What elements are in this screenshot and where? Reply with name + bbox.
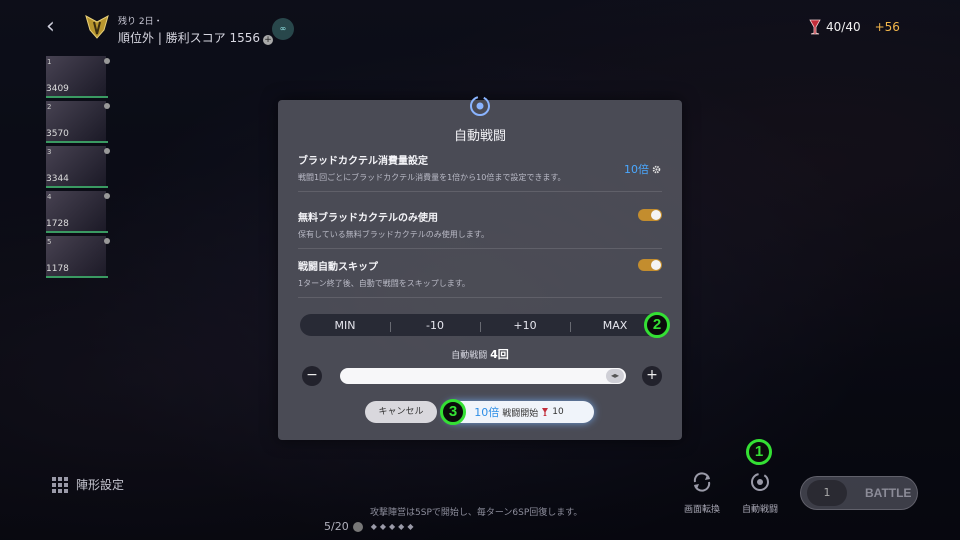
member-power: 1178	[46, 264, 69, 274]
member-slot-number: 4	[47, 193, 52, 201]
min-button[interactable]: MIN	[300, 319, 390, 332]
rank-emblem-icon	[85, 14, 109, 39]
turn-indicator: 5/20 ◆◆◆◆◆	[324, 520, 416, 533]
consumption-multiplier[interactable]: 10倍	[624, 161, 661, 177]
turn-pips: ◆◆◆◆◆	[370, 522, 417, 531]
party-member[interactable]: 1 3409	[44, 56, 110, 100]
sp-hint-text: 攻撃陣営は5SPで開始し、毎ターン6SP回復します。	[370, 508, 583, 518]
count-value: 4回	[490, 348, 509, 361]
party-member[interactable]: 5 1178	[44, 236, 110, 280]
start-battle-button[interactable]: 10倍 戦闘開始 10	[444, 401, 594, 423]
callout-marker: 3	[440, 399, 466, 425]
count-prefix: 自動戦闘	[451, 351, 488, 361]
setting-description: 戦闘1回ごとにブラッドカクテル消費量を1倍から10倍まで設定できます。	[298, 173, 566, 182]
consumption-setting: ブラッドカクテル消費量設定 戦闘1回ごとにブラッドカクテル消費量を1倍から10倍…	[298, 152, 662, 192]
start-label: 戦闘開始	[502, 408, 539, 419]
party-member[interactable]: 4 1728	[44, 191, 110, 235]
blood-cocktail-icon	[542, 408, 549, 416]
turn-info-icon[interactable]	[352, 521, 363, 532]
member-power: 3409	[46, 84, 69, 94]
party-list: 1 3409 2 3570 3 3344 4 1728 5 1178	[44, 56, 110, 281]
blood-cocktail-icon	[809, 19, 821, 35]
member-slot-number: 1	[47, 58, 52, 66]
party-member[interactable]: 3 3344	[44, 146, 110, 190]
member-hp-bar	[46, 276, 108, 278]
start-cost: 10	[552, 407, 564, 417]
blood-count: 40/40	[826, 20, 861, 34]
minus-ten-button[interactable]: -10	[390, 319, 480, 332]
auto-battle-dialog: 自動戦闘 ブラッドカクテル消費量設定 戦闘1回ごとにブラッドカクテル消費量を1倍…	[278, 96, 682, 440]
auto-battle-label: 自動戦闘	[741, 505, 778, 515]
grid-icon	[52, 476, 68, 493]
setting-description: 保有している無料ブラッドカクテルのみ使用します。	[298, 230, 489, 239]
battle-label: BATTLE	[865, 486, 912, 500]
screen-rotate-button[interactable]: 画面転換	[678, 470, 726, 515]
auto-battle-button[interactable]: 自動戦闘	[736, 470, 784, 515]
member-power: 1728	[46, 219, 69, 229]
divider	[298, 297, 662, 298]
start-multiplier: 10倍	[474, 406, 500, 419]
divider	[298, 191, 662, 192]
auto-battle-icon	[751, 473, 769, 491]
setting-label: ブラッドカクテル消費量設定	[298, 156, 428, 167]
free-cocktail-toggle[interactable]	[638, 209, 662, 221]
setting-label: 無料ブラッドカクテルのみ使用	[298, 213, 438, 224]
dialog-title: 自動戦闘	[453, 129, 506, 144]
back-arrow-icon[interactable]: ‹	[46, 16, 68, 38]
member-gear-icon	[104, 58, 110, 64]
blood-bonus: +56	[874, 20, 900, 34]
callout-marker: 2	[644, 312, 670, 338]
battle-count: 1	[807, 480, 847, 506]
member-power: 3344	[46, 174, 69, 184]
member-hp-bar	[46, 141, 108, 143]
cancel-button[interactable]: キャンセル	[365, 401, 437, 423]
gear-icon	[652, 165, 661, 173]
member-slot-number: 3	[47, 148, 52, 156]
formation-settings-button[interactable]: 陣形設定	[52, 476, 124, 493]
infinite-mode-icon[interactable]: ∞	[272, 18, 294, 40]
slider-handle-icon[interactable]: ◂▸	[606, 369, 624, 383]
turn-count: 5/20	[324, 520, 349, 533]
decrement-button[interactable]: −	[302, 366, 322, 386]
plus-ten-button[interactable]: +10	[480, 319, 570, 332]
free-cocktail-setting: 無料ブラッドカクテルのみ使用 保有している無料ブラッドカクテルのみ使用します。	[298, 209, 662, 249]
blood-cocktail-counter[interactable]: 40/40 +56	[808, 18, 900, 36]
rank-score-text: 順位外 | 勝利スコア 1556	[118, 31, 261, 45]
member-slot-number: 5	[47, 238, 52, 246]
formation-label: 陣形設定	[76, 478, 125, 492]
callout-marker: 1	[746, 439, 772, 465]
member-hp-bar	[46, 96, 108, 98]
rank-score-line: 順位外 | 勝利スコア 1556 +	[118, 29, 274, 46]
auto-skip-toggle[interactable]	[638, 259, 662, 271]
member-power: 3570	[46, 129, 69, 139]
count-slider[interactable]: ◂▸	[340, 368, 626, 384]
member-gear-icon	[104, 148, 110, 154]
member-gear-icon	[104, 238, 110, 244]
member-hp-bar	[46, 186, 108, 188]
setting-description: 1ターン終了後、自動で戦闘をスキップします。	[298, 279, 470, 288]
divider	[298, 248, 662, 249]
member-gear-icon	[104, 103, 110, 109]
setting-label: 戦闘自動スキップ	[298, 262, 378, 273]
increment-button[interactable]: +	[642, 366, 662, 386]
rotate-icon	[693, 472, 711, 492]
count-step-bar: MIN -10 +10 MAX	[300, 314, 660, 336]
screen-rotate-label: 画面転換	[683, 505, 720, 515]
season-remaining: 残り 2日・	[118, 17, 163, 27]
battle-count-label: 自動戦闘 4回	[278, 346, 682, 362]
member-gear-icon	[104, 193, 110, 199]
battle-button[interactable]: 1 BATTLE	[800, 476, 918, 510]
multiplier-value: 10倍	[624, 163, 649, 176]
rank-info-icon[interactable]: +	[263, 35, 274, 45]
party-member[interactable]: 2 3570	[44, 101, 110, 145]
member-hp-bar	[46, 231, 108, 233]
member-slot-number: 2	[47, 103, 52, 111]
auto-skip-setting: 戦闘自動スキップ 1ターン終了後、自動で戦闘をスキップします。	[298, 258, 662, 298]
auto-battle-icon	[470, 96, 490, 116]
